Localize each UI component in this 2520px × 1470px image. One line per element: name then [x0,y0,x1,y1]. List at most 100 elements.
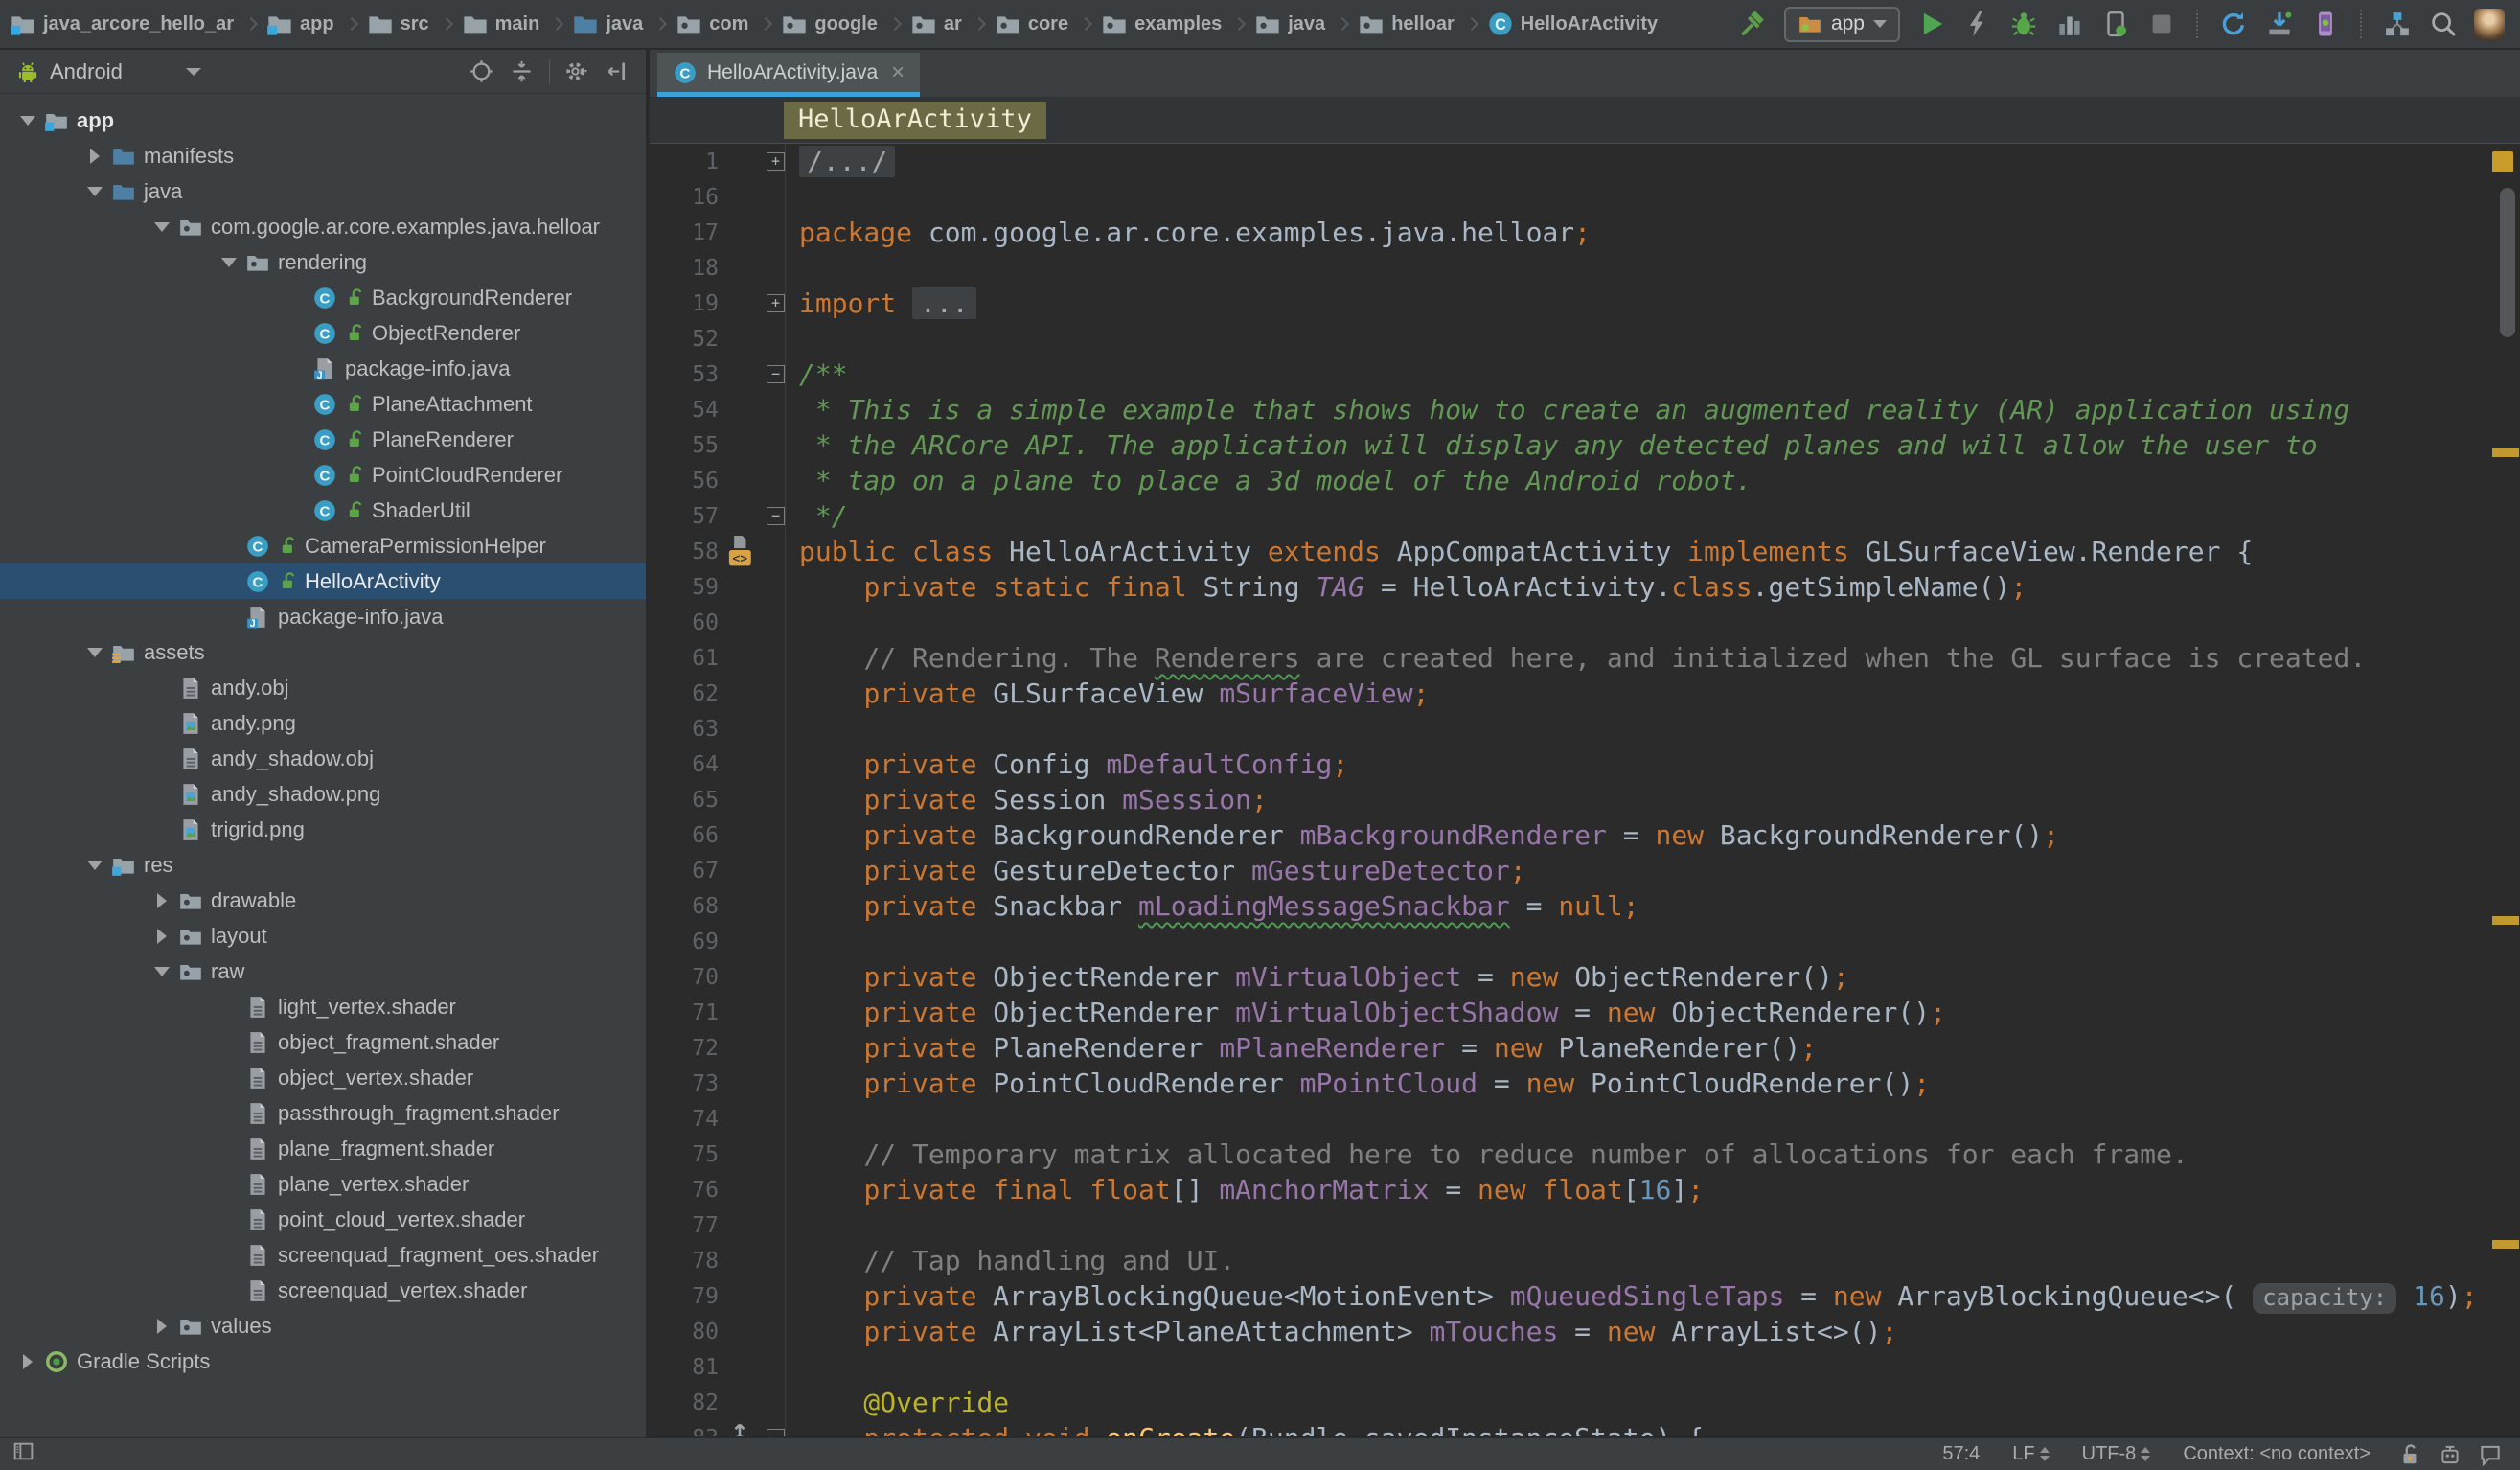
code-line[interactable]: 58<>public class HelloArActivity extends… [650,534,2520,569]
warning-stripe-mark[interactable] [2492,448,2519,457]
breadcrumb-item-com[interactable]: com [676,11,748,37]
feedback-bubble-icon[interactable] [2478,1442,2503,1467]
tree-item-screenquad-fragment-oes-shader[interactable]: screenquad_fragment_oes.shader [0,1237,646,1273]
tree-open-arrow-icon[interactable] [149,967,174,976]
close-icon[interactable]: × [891,61,905,84]
code-editor[interactable]: 1+/.../1617package com.google.ar.core.ex… [650,144,2520,1436]
tree-item-objectrenderer[interactable]: CObjectRenderer [0,315,646,351]
code-line[interactable]: 75 // Temporary matrix allocated here to… [650,1137,2520,1172]
tree-open-arrow-icon[interactable] [217,258,241,267]
code-line[interactable]: 52 [650,321,2520,356]
profiler-chart-button[interactable] [2054,10,2084,39]
tree-item-point-cloud-vertex-shader[interactable]: point_cloud_vertex.shader [0,1202,646,1237]
fold-marker[interactable]: − [757,498,786,534]
code-line[interactable]: 17package com.google.ar.core.examples.ja… [650,215,2520,250]
code-line[interactable]: 76 private final float[] mAnchorMatrix =… [650,1172,2520,1207]
tree-item-light-vertex-shader[interactable]: light_vertex.shader [0,989,646,1024]
project-view-selector[interactable]: Android [50,59,123,84]
tree-open-arrow-icon[interactable] [82,648,107,657]
toolwindow-toggle-button[interactable] [0,1439,35,1469]
code-line[interactable]: 69 [650,924,2520,959]
code-line[interactable]: 80 private ArrayList<PlaneAttachment> mT… [650,1314,2520,1349]
tree-item-plane-vertex-shader[interactable]: plane_vertex.shader [0,1166,646,1202]
tree-item-planeattachment[interactable]: CPlaneAttachment [0,386,646,422]
build-hammer-button[interactable] [1738,10,1768,39]
caret-position[interactable]: 57:4 [1942,1443,1980,1465]
code-line[interactable]: 53−/** [650,356,2520,392]
tab-helloaractivity[interactable]: C HelloArActivity.java × [657,53,920,97]
tree-item-andy-shadow-obj[interactable]: andy_shadow.obj [0,741,646,776]
warning-stripe-mark[interactable] [2492,1240,2519,1249]
tree-item-rendering[interactable]: rendering [0,244,646,280]
code-line[interactable]: 57− */ [650,498,2520,534]
hide-panel-icon[interactable] [605,58,630,84]
breadcrumb-item-java[interactable]: java [1254,11,1325,37]
breadcrumb-item-src[interactable]: src [367,11,429,37]
encoding-widget[interactable]: UTF-8 [2082,1443,2151,1465]
code-line[interactable]: 19+import ... [650,286,2520,321]
code-line[interactable]: 81 [650,1349,2520,1385]
user-avatar[interactable] [2474,9,2505,39]
tree-item-layout[interactable]: layout [0,918,646,953]
gradle-sync-button[interactable] [2218,10,2248,39]
fold-collapse-icon[interactable]: − [767,365,785,383]
breadcrumb-item-app[interactable]: app [266,11,334,37]
context-widget[interactable]: Context: <no context> [2183,1443,2371,1465]
tree-open-arrow-icon[interactable] [15,116,40,126]
tree-item-pointcloudrenderer[interactable]: CPointCloudRenderer [0,457,646,493]
code-line[interactable]: 64 private Config mDefaultConfig; [650,746,2520,782]
code-line[interactable]: 60 [650,605,2520,640]
code-line[interactable]: 73 private PointCloudRenderer mPointClou… [650,1066,2520,1101]
code-line[interactable]: 16 [650,179,2520,215]
tree-closed-arrow-icon[interactable] [15,1354,40,1369]
code-line[interactable]: 59 private static final String TAG = Hel… [650,569,2520,605]
lock-open-icon[interactable] [2397,1442,2422,1467]
tree-item-trigrid-png[interactable]: trigrid.png [0,812,646,847]
breadcrumb-item-HelloArActivity[interactable]: CHelloArActivity [1487,11,1658,37]
project-structure-button[interactable] [2382,10,2412,39]
breadcrumb-item-java[interactable]: java [572,11,643,37]
line-separator-widget[interactable]: LF [2012,1443,2049,1465]
tree-item-andy-png[interactable]: andy.png [0,705,646,741]
code-line[interactable]: 79 private ArrayBlockingQueue<MotionEven… [650,1278,2520,1314]
tree-item-manifests[interactable]: manifests [0,138,646,173]
tree-open-arrow-icon[interactable] [82,861,107,870]
tree-item-object-fragment-shader[interactable]: object_fragment.shader [0,1024,646,1060]
debug-bug-button[interactable] [2008,10,2038,39]
fold-marker[interactable]: − [757,1420,786,1436]
breadcrumb-item-ar[interactable]: ar [910,11,962,37]
code-line[interactable]: 67 private GestureDetector mGestureDetec… [650,853,2520,888]
run-config-chip[interactable]: app [1784,7,1900,42]
tree-item-camerapermissionhelper[interactable]: CCameraPermissionHelper [0,528,646,563]
fold-expand-icon[interactable]: + [767,294,785,312]
tree-item-values[interactable]: values [0,1308,646,1344]
code-line[interactable]: 54 * This is a simple example that shows… [650,392,2520,427]
tree-item-gradle-scripts[interactable]: Gradle Scripts [0,1344,646,1379]
gutter-override-icon[interactable] [722,1422,757,1437]
avd-manager-device-button[interactable] [2310,10,2340,39]
code-line[interactable]: 78 // Tap handling and UI. [650,1243,2520,1278]
code-line[interactable]: 70 private ObjectRenderer mVirtualObject… [650,959,2520,995]
tree-item-java[interactable]: java [0,173,646,209]
code-line[interactable]: 61 // Rendering. The Renderers are creat… [650,640,2520,676]
tree-item-screenquad-vertex-shader[interactable]: screenquad_vertex.shader [0,1273,646,1308]
code-line[interactable]: 66 private BackgroundRenderer mBackgroun… [650,817,2520,853]
code-line[interactable]: 65 private Session mSession; [650,782,2520,817]
tree-open-arrow-icon[interactable] [149,222,174,232]
attach-debugger-device-button[interactable] [2100,10,2130,39]
collapse-all-icon[interactable] [509,58,535,84]
robot-face-icon[interactable] [2438,1442,2463,1467]
tree-item-package-info-java[interactable]: Jpackage-info.java [0,351,646,386]
fold-marker[interactable]: − [757,356,786,392]
tree-item-andy-obj[interactable]: andy.obj [0,670,646,705]
breadcrumb-item-helloar[interactable]: helloar [1358,11,1455,37]
tree-item-com-google-ar-core-examples-java-helloar[interactable]: com.google.ar.core.examples.java.helloar [0,209,646,244]
tree-item-res[interactable]: res [0,847,646,883]
stop-square-button[interactable] [2146,10,2176,39]
apply-changes-bolt-button[interactable] [1962,10,1992,39]
tree-item-drawable[interactable]: drawable [0,883,646,918]
search-everywhere-button[interactable] [2428,10,2458,39]
inspection-indicator[interactable] [2492,151,2513,172]
settings-gear-icon[interactable] [564,58,590,84]
tree-closed-arrow-icon[interactable] [82,149,107,164]
